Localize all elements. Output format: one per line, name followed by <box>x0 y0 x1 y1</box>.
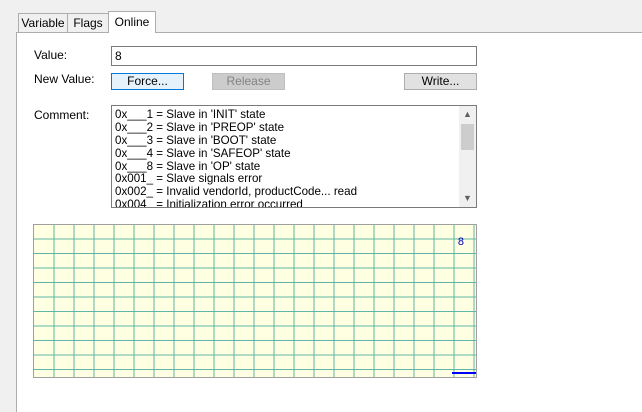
chart-value-label: 8 <box>458 236 464 248</box>
scroll-down-arrow-icon[interactable]: ▼ <box>459 190 476 207</box>
new-value-label: New Value: <box>34 72 95 86</box>
scroll-up-arrow-icon[interactable]: ▲ <box>459 106 476 123</box>
comment-lines: 0x___1 = Slave in 'INIT' state 0x___2 = … <box>115 108 455 208</box>
tab-flags[interactable]: Flags <box>67 13 109 32</box>
scroll-thumb[interactable] <box>461 124 474 150</box>
force-button[interactable]: Force... <box>111 73 184 90</box>
write-button[interactable]: Write... <box>404 73 477 90</box>
value-field[interactable]: 8 <box>111 46 477 66</box>
comment-line: 0x___3 = Slave in 'BOOT' state <box>115 133 277 147</box>
comment-textarea[interactable]: 0x___1 = Slave in 'INIT' state 0x___2 = … <box>111 105 477 208</box>
tab-label: Variable <box>21 16 65 30</box>
comment-line: 0x___4 = Slave in 'SAFEOP' state <box>115 146 291 160</box>
comment-line: 0x004_ = Initialization error occurred <box>115 198 303 208</box>
chart-canvas: 8 <box>34 225 476 377</box>
online-value-chart: 8 <box>33 224 477 378</box>
tab-variable[interactable]: Variable <box>18 13 68 32</box>
tab-label: Online <box>114 15 150 29</box>
comment-line: 0x___2 = Slave in 'PREOP' state <box>115 120 285 134</box>
comment-label: Comment: <box>34 108 90 122</box>
tab-online[interactable]: Online <box>108 11 156 33</box>
comment-line: 0x___1 = Slave in 'INIT' state <box>115 108 266 121</box>
tab-strip: Variable Flags Online <box>0 0 642 33</box>
comment-line: 0x002_ = Invalid vendorId, productCode..… <box>115 185 358 199</box>
comment-scrollbar[interactable]: ▲ ▼ <box>459 106 476 207</box>
comment-line: 0x___8 = Slave in 'OP' state <box>115 159 261 173</box>
release-button[interactable]: Release <box>212 73 285 90</box>
value-label: Value: <box>34 48 68 62</box>
comment-line: 0x001_ = Slave signals error <box>115 172 263 186</box>
tab-label: Flags <box>73 16 103 30</box>
